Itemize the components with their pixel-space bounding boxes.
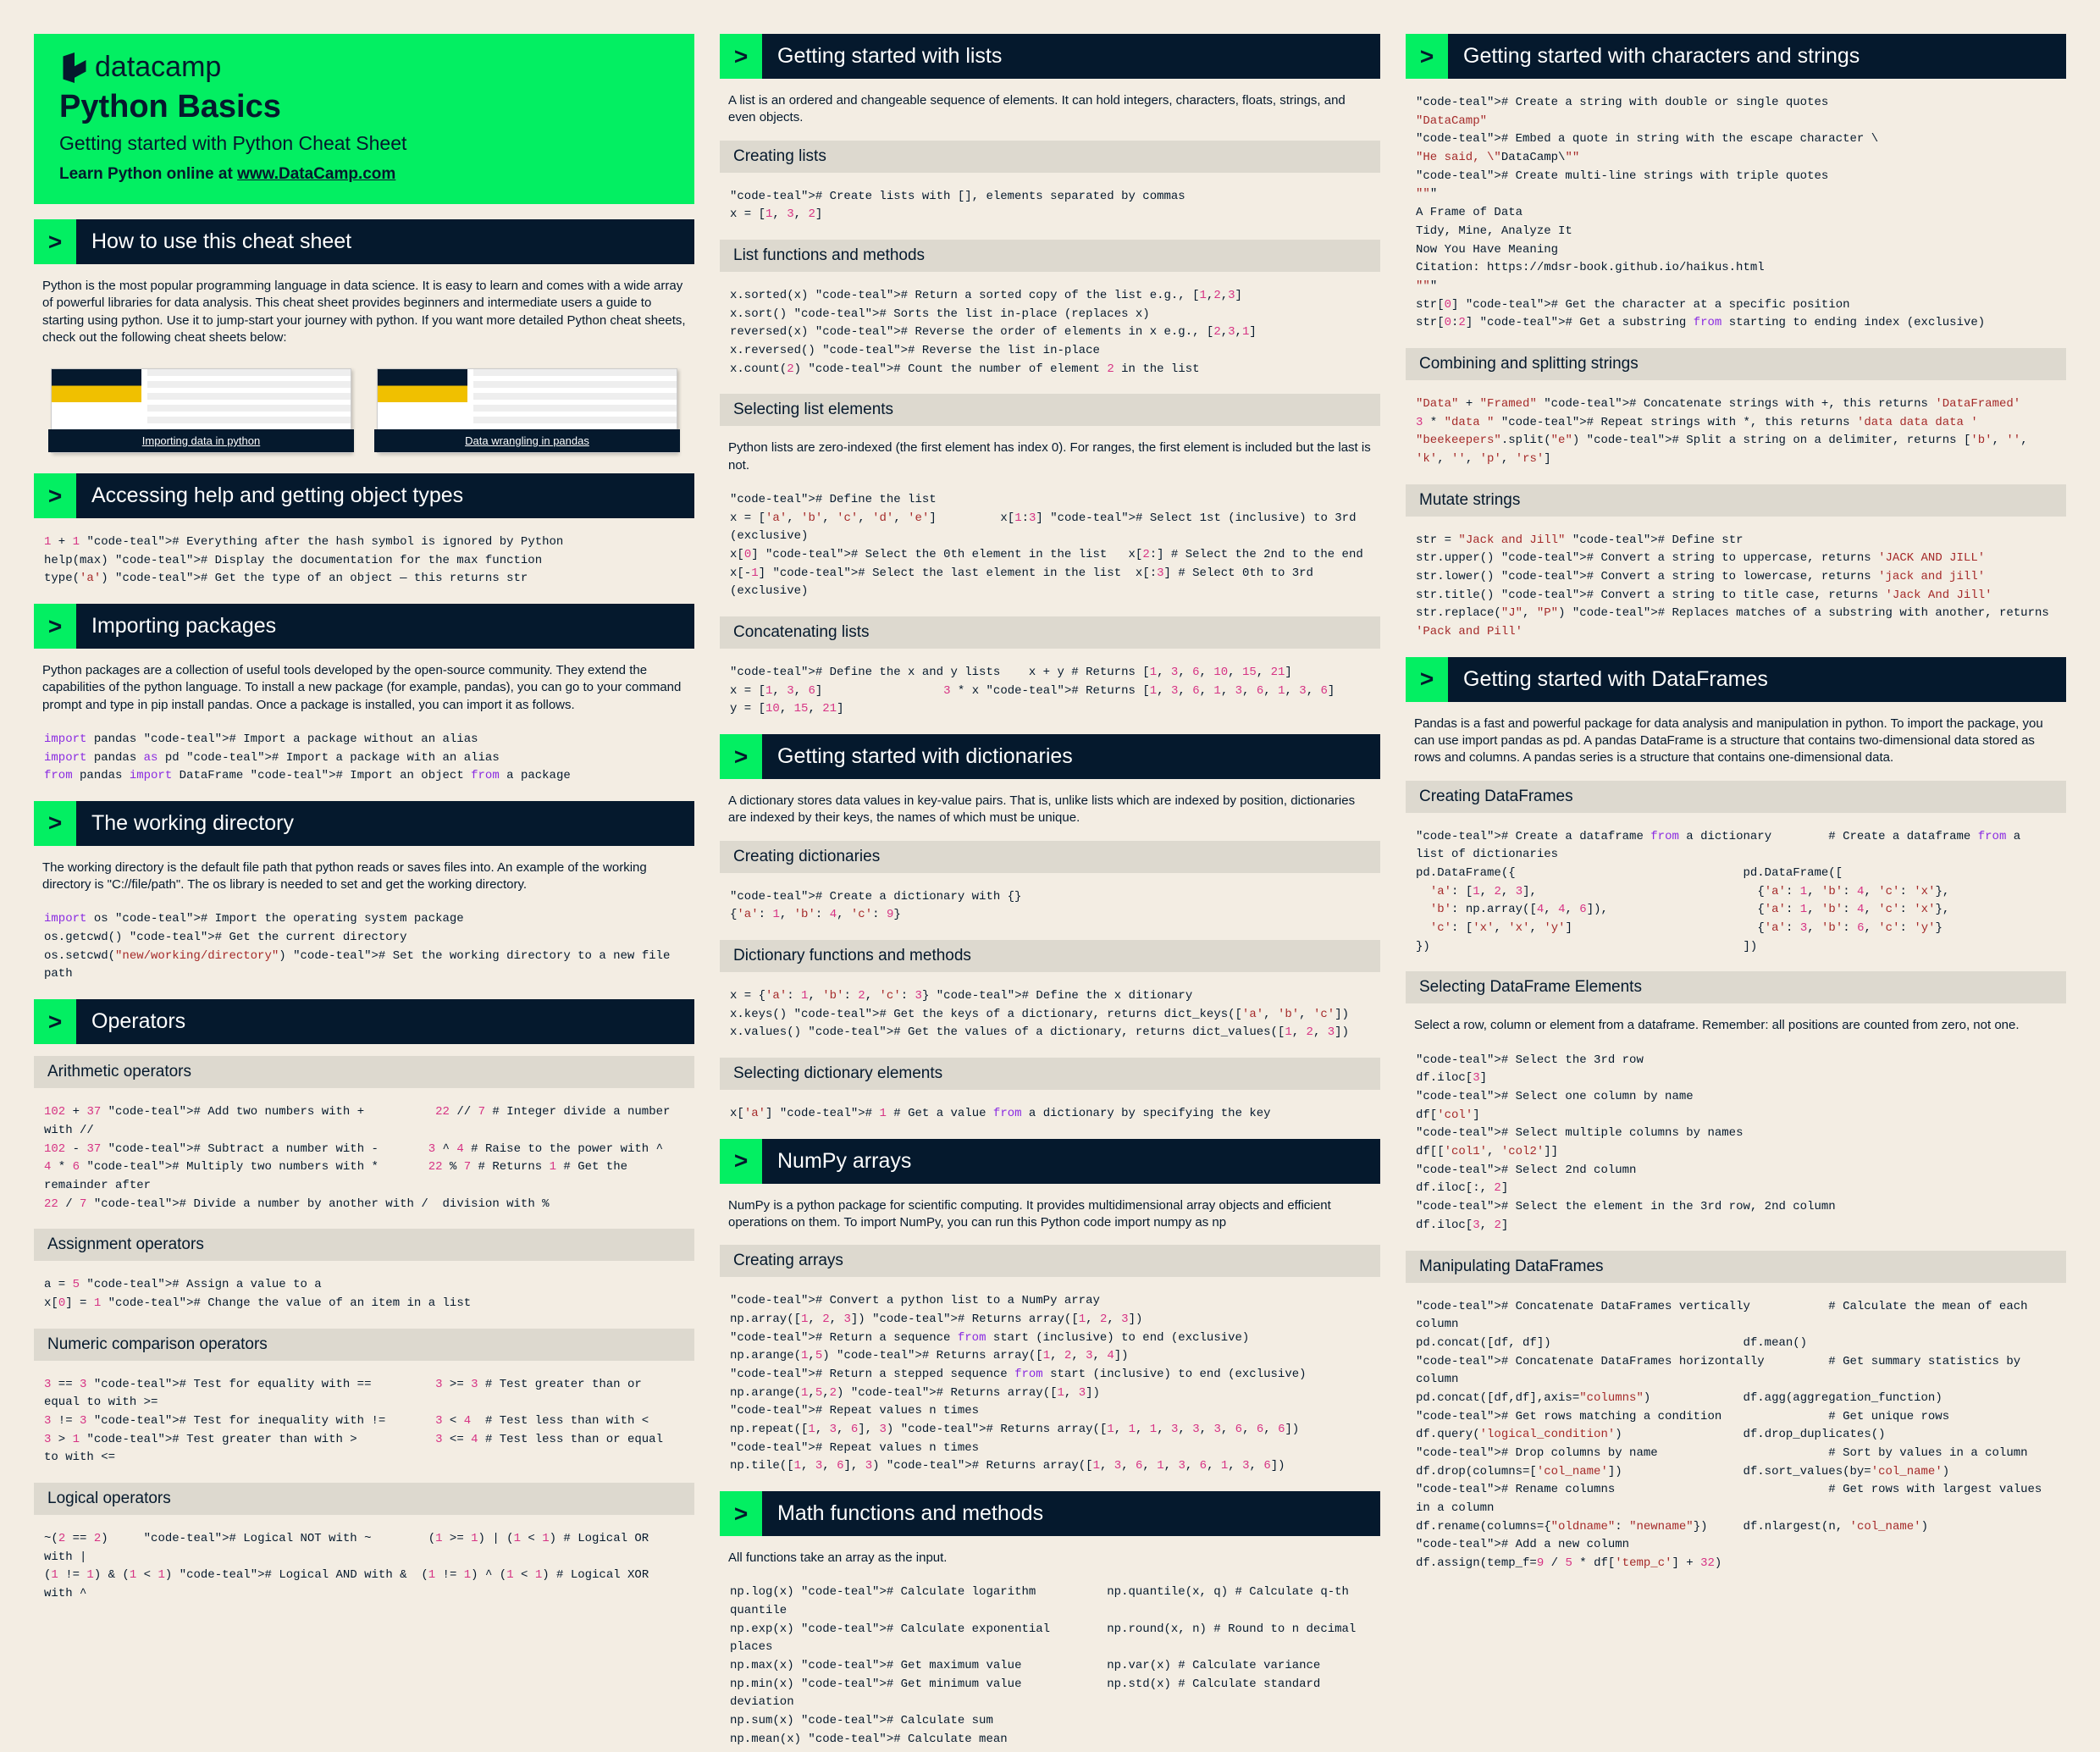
code-df-sel: "code-teal"># Select the 3rd row df.iloc… [1406, 1048, 2066, 1239]
code-list-fun: x.sorted(x) "code-teal"># Return a sorte… [720, 284, 1380, 382]
learn-prefix: Learn Python online at [59, 165, 237, 183]
code-compare: 3 == 3 "code-teal"># Test for equality w… [34, 1373, 694, 1471]
code-dict-create: "code-teal"># Create a dictionary with {… [720, 885, 1380, 928]
code-import: import pandas "code-teal"># Import a pac… [34, 727, 694, 789]
arith-title: Arithmetic operators [34, 1056, 694, 1088]
cheat-sheet: datacamp Python Basics Getting started w… [34, 34, 2066, 1752]
compare-title: Numeric comparison operators [34, 1329, 694, 1361]
assign-title: Assignment operators [34, 1229, 694, 1261]
df-desc: Pandas is a fast and powerful package fo… [1406, 714, 2066, 769]
code-list-create: "code-teal"># Create lists with [], elem… [720, 185, 1380, 228]
logo: datacamp [59, 51, 669, 84]
lists-create-title: Creating lists [720, 141, 1380, 173]
col-2: >Getting started with lists A list is an… [720, 34, 1380, 1752]
col-1: datacamp Python Basics Getting started w… [34, 34, 694, 1752]
code-arith: 102 + 37 "code-teal"># Add two numbers w… [34, 1100, 694, 1217]
code-str-combine: "Data" + "Framed" "code-teal"># Concaten… [1406, 392, 2066, 473]
lists-cat-title: Concatenating lists [720, 616, 1380, 649]
df-title: >Getting started with DataFrames [1406, 657, 2066, 702]
df-manip-title: Manipulating DataFrames [1406, 1251, 2066, 1283]
df-create-title: Creating DataFrames [1406, 781, 2066, 813]
dicts-desc: A dictionary stores data values in key-v… [720, 791, 1380, 829]
import-desc: Python packages are a collection of usef… [34, 660, 694, 716]
learn-link-row: Learn Python online at www.DataCamp.com [59, 165, 669, 184]
numpy-create-title: Creating arrays [720, 1245, 1380, 1277]
howto-title: >How to use this cheat sheet [34, 219, 694, 264]
code-list-sel: "code-teal"># Define the list x = ['a', … [720, 488, 1380, 605]
strings-title: >Getting started with characters and str… [1406, 34, 2066, 79]
dicts-fun-title: Dictionary functions and methods [720, 940, 1380, 972]
math-desc: All functions take an array as the input… [720, 1548, 1380, 1568]
thumbs: Importing data in python Data wrangling … [34, 360, 694, 461]
code-workdir: import os "code-teal"># Import the opera… [34, 907, 694, 987]
lists-title: >Getting started with lists [720, 34, 1380, 79]
thumb-wrangling[interactable]: Data wrangling in pandas [377, 368, 677, 453]
brand-text: datacamp [95, 51, 221, 84]
howto-desc: Python is the most popular programming l… [34, 276, 694, 348]
numpy-desc: NumPy is a python package for scientific… [720, 1196, 1380, 1234]
math-title: >Math functions and methods [720, 1491, 1380, 1536]
help-title: >Accessing help and getting object types [34, 473, 694, 518]
header: datacamp Python Basics Getting started w… [34, 34, 694, 204]
df-sel-desc: Select a row, column or element from a d… [1406, 1015, 2066, 1036]
logical-title: Logical operators [34, 1483, 694, 1515]
code-strings: "code-teal"># Create a string with doubl… [1406, 91, 2066, 336]
code-dict-fun: x = {'a': 1, 'b': 2, 'c': 3} "code-teal"… [720, 984, 1380, 1046]
str-mutate-title: Mutate strings [1406, 484, 2066, 517]
import-title: >Importing packages [34, 604, 694, 649]
dicts-sel-title: Selecting dictionary elements [720, 1058, 1380, 1090]
dicts-create-title: Creating dictionaries [720, 841, 1380, 873]
df-sel-title: Selecting DataFrame Elements [1406, 971, 2066, 1003]
code-assign: a = 5 "code-teal"># Assign a value to a … [34, 1273, 694, 1316]
lists-sel-title: Selecting list elements [720, 394, 1380, 426]
page-subtitle: Getting started with Python Cheat Sheet [59, 132, 669, 155]
col-3: >Getting started with characters and str… [1406, 34, 2066, 1752]
code-df-manip: "code-teal"># Concatenate DataFrames ver… [1406, 1295, 2066, 1577]
code-logical: ~(2 == 2) "code-teal"># Logical NOT with… [34, 1527, 694, 1607]
code-help: 1 + 1 "code-teal"># Everything after the… [34, 530, 694, 592]
numpy-title: >NumPy arrays [720, 1139, 1380, 1184]
lists-desc: A list is an ordered and changeable sequ… [720, 91, 1380, 129]
operators-title: >Operators [34, 999, 694, 1044]
code-math: np.log(x) "code-teal"># Calculate logari… [720, 1580, 1380, 1752]
dicts-title: >Getting started with dictionaries [720, 734, 1380, 779]
learn-link[interactable]: www.DataCamp.com [237, 165, 395, 183]
workdir-title: >The working directory [34, 801, 694, 846]
lists-sel-desc: Python lists are zero-indexed (the first… [720, 438, 1380, 476]
lists-fun-title: List functions and methods [720, 240, 1380, 272]
code-list-cat: "code-teal"># Define the x and y lists x… [720, 660, 1380, 722]
code-dict-sel: x['a'] "code-teal"># 1 # Get a value fro… [720, 1102, 1380, 1127]
page-title: Python Basics [59, 89, 669, 125]
str-combine-title: Combining and splitting strings [1406, 348, 2066, 380]
code-str-mutate: str = "Jack and Jill" "code-teal"># Defi… [1406, 528, 2066, 645]
workdir-desc: The working directory is the default fil… [34, 858, 694, 896]
datacamp-icon [59, 53, 90, 83]
code-df-create: "code-teal"># Create a dataframe from a … [1406, 825, 2066, 960]
thumb-import-data[interactable]: Importing data in python [51, 368, 351, 453]
code-numpy-create: "code-teal"># Convert a python list to a… [720, 1289, 1380, 1479]
